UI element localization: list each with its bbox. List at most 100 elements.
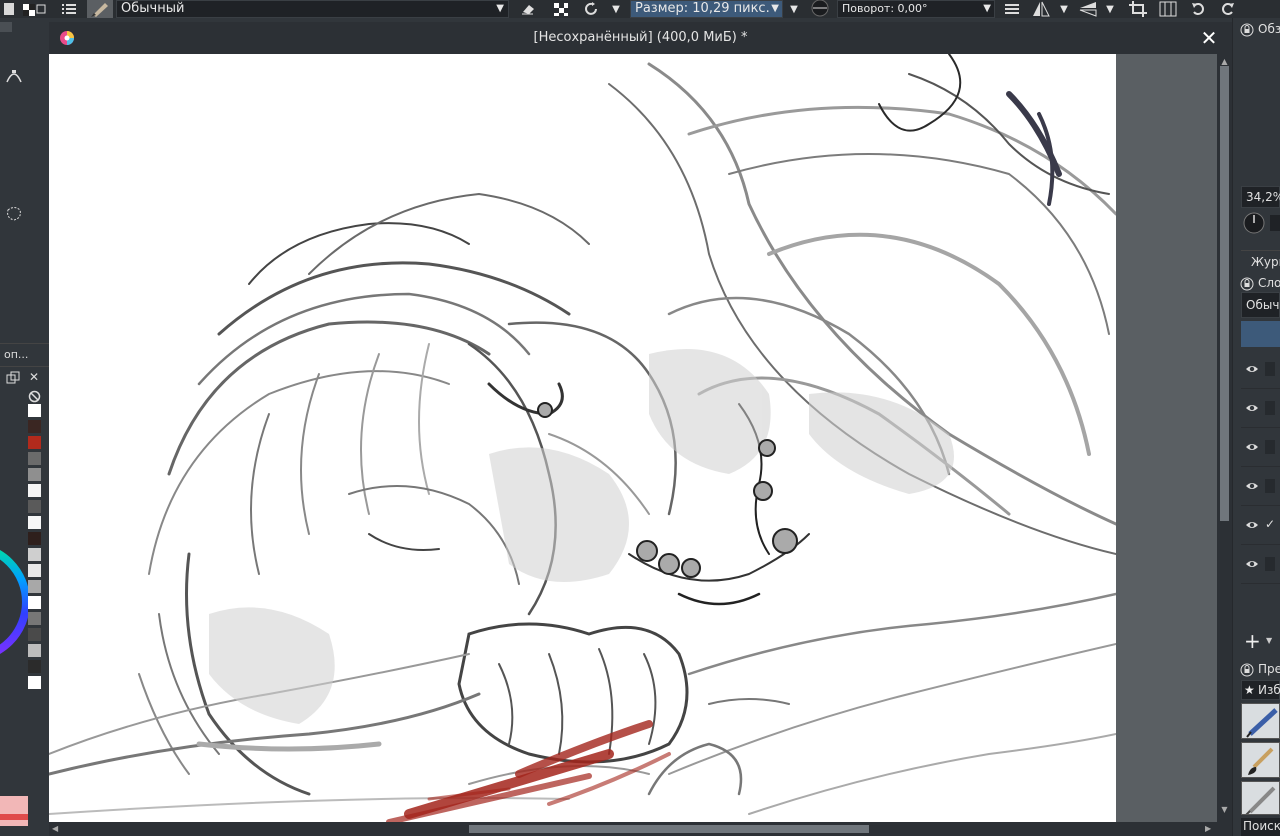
layer-row[interactable] bbox=[1241, 545, 1280, 584]
zoom-field[interactable]: 34,2% bbox=[1241, 186, 1280, 208]
rotation-slider[interactable]: Поворот: 0,00° ▼ bbox=[837, 0, 995, 18]
layer-row-selected[interactable] bbox=[1241, 321, 1280, 347]
scroll-down-icon[interactable]: ▼ bbox=[1220, 806, 1229, 814]
eraser-icon[interactable] bbox=[517, 0, 539, 18]
palette-swatch[interactable] bbox=[28, 500, 41, 513]
horizontal-scroll-thumb[interactable] bbox=[469, 825, 869, 833]
document-title: [Несохранённый] (400,0 МиБ) * bbox=[533, 30, 748, 45]
palette-swatch[interactable] bbox=[28, 484, 41, 497]
preset-tag-select[interactable]: ★ Избр bbox=[1241, 680, 1280, 700]
scroll-right-icon[interactable]: ▶ bbox=[1205, 824, 1213, 834]
palette-swatch[interactable] bbox=[28, 660, 41, 673]
palette-swatch[interactable] bbox=[28, 644, 41, 657]
drawing-canvas[interactable] bbox=[49, 54, 1116, 822]
float-docker-icon[interactable] bbox=[6, 370, 20, 384]
docker-lock-icon[interactable] bbox=[1240, 22, 1254, 37]
mirror-horizontal-icon[interactable] bbox=[1029, 0, 1053, 18]
background-color-swatch[interactable] bbox=[0, 814, 28, 820]
star-icon: ★ bbox=[1244, 683, 1255, 697]
palette-swatch[interactable] bbox=[28, 580, 41, 593]
visibility-eye-icon[interactable] bbox=[1245, 479, 1259, 493]
layer-icon[interactable] bbox=[2, 0, 16, 18]
rotation-field[interactable] bbox=[1270, 215, 1280, 231]
brush-size-slider[interactable]: Размер: 10,29 пикс. ▼ bbox=[630, 0, 783, 18]
left-toolbox-docker: оп... ✕ bbox=[0, 18, 49, 836]
close-document-button[interactable]: ✕ bbox=[1197, 26, 1221, 50]
vertical-scroll-thumb[interactable] bbox=[1220, 66, 1229, 521]
preset-search-field[interactable]: Поиск bbox=[1241, 818, 1280, 836]
docker-lock-icon[interactable] bbox=[1240, 662, 1254, 677]
scroll-left-icon[interactable]: ◀ bbox=[52, 824, 60, 834]
pattern-toggle-icon[interactable] bbox=[20, 0, 48, 18]
palette-swatch[interactable] bbox=[28, 516, 41, 529]
palette-swatch[interactable] bbox=[28, 564, 41, 577]
palette-swatch[interactable] bbox=[28, 628, 41, 641]
palette-swatch[interactable] bbox=[28, 548, 41, 561]
layer-thumbnail bbox=[1265, 479, 1275, 493]
visibility-eye-icon[interactable] bbox=[1245, 440, 1259, 454]
palette-swatch[interactable] bbox=[28, 436, 41, 449]
layer-row[interactable] bbox=[1241, 428, 1280, 467]
redo-icon[interactable] bbox=[1216, 0, 1238, 18]
visibility-eye-icon[interactable] bbox=[1245, 557, 1259, 571]
transparency-lock-icon[interactable] bbox=[549, 0, 573, 18]
layer-thumbnail bbox=[1265, 362, 1275, 376]
reload-preset-icon[interactable] bbox=[580, 0, 604, 18]
layer-row[interactable] bbox=[1241, 350, 1280, 389]
layer-row[interactable]: ✓ bbox=[1241, 506, 1280, 545]
chevron-down-icon[interactable]: ▼ bbox=[607, 0, 625, 18]
visibility-eye-icon[interactable] bbox=[1245, 518, 1259, 532]
history-tab[interactable]: Журн bbox=[1241, 250, 1280, 273]
chevron-down-icon[interactable]: ▼ bbox=[1103, 0, 1117, 18]
docker-lock-icon[interactable] bbox=[1240, 276, 1254, 291]
preset-search-label: Поиск bbox=[1243, 819, 1280, 833]
palette-swatch[interactable] bbox=[28, 420, 41, 433]
brush-preset-paintbrush[interactable] bbox=[1241, 742, 1280, 778]
docker-tab-label: оп... bbox=[4, 348, 29, 361]
mirror-vertical-icon[interactable] bbox=[1076, 0, 1100, 18]
overview-title: Обз bbox=[1258, 22, 1280, 36]
brush-preset-icon[interactable] bbox=[87, 0, 113, 18]
palette-swatch[interactable] bbox=[28, 404, 41, 417]
chevron-down-icon[interactable]: ▼ bbox=[1057, 0, 1071, 18]
palette-swatch[interactable] bbox=[28, 676, 41, 689]
blend-mode-select[interactable]: Обычный ▼ bbox=[116, 0, 509, 18]
wrap-around-icon[interactable] bbox=[1126, 0, 1150, 18]
brush-presets-title: Пре bbox=[1258, 662, 1280, 676]
toolbox-handle[interactable] bbox=[0, 22, 12, 32]
palette-swatch[interactable] bbox=[28, 452, 41, 465]
palette-swatch[interactable] bbox=[28, 532, 41, 545]
layer-blend-select[interactable]: Обыч bbox=[1241, 292, 1280, 318]
no-color-icon[interactable] bbox=[28, 388, 41, 403]
workspace-icon[interactable] bbox=[1156, 0, 1180, 18]
rotation-dial-icon[interactable] bbox=[806, 0, 834, 18]
bezier-tool-icon[interactable] bbox=[4, 66, 24, 86]
scroll-up-icon[interactable]: ▲ bbox=[1220, 58, 1229, 66]
visibility-eye-icon[interactable] bbox=[1245, 362, 1259, 376]
docker-tab[interactable]: оп... bbox=[0, 343, 49, 367]
freehand-selection-icon[interactable] bbox=[4, 204, 24, 224]
brush-preset-pencil[interactable] bbox=[1241, 781, 1280, 815]
menu-icon[interactable] bbox=[1002, 0, 1022, 18]
horizontal-scrollbar[interactable]: ◀ ▶ bbox=[49, 822, 1232, 836]
chevron-down-icon: ▼ bbox=[771, 3, 779, 14]
color-wheel[interactable] bbox=[0, 542, 28, 662]
close-icon[interactable]: ✕ bbox=[27, 370, 41, 384]
foreground-color-swatch[interactable] bbox=[0, 796, 28, 826]
layer-row[interactable] bbox=[1241, 467, 1280, 506]
history-tab-label: Журн bbox=[1251, 255, 1280, 269]
add-layer-button[interactable]: + bbox=[1244, 630, 1264, 652]
palette-swatch[interactable] bbox=[28, 596, 41, 609]
chevron-down-icon[interactable]: ▼ bbox=[787, 0, 801, 18]
palette-swatch[interactable] bbox=[28, 468, 41, 481]
layer-blend-value: Обыч bbox=[1246, 298, 1280, 312]
palette-swatch[interactable] bbox=[28, 612, 41, 625]
visibility-eye-icon[interactable] bbox=[1245, 401, 1259, 415]
rotation-dial-icon[interactable] bbox=[1243, 212, 1265, 234]
layer-row[interactable] bbox=[1241, 389, 1280, 428]
chevron-down-icon[interactable]: ▼ bbox=[1266, 636, 1276, 646]
brush-preset-pen[interactable] bbox=[1241, 703, 1280, 739]
vertical-scrollbar[interactable]: ▲ ▼ bbox=[1217, 54, 1232, 822]
settings-list-icon[interactable] bbox=[58, 0, 80, 18]
undo-icon[interactable] bbox=[1188, 0, 1210, 18]
